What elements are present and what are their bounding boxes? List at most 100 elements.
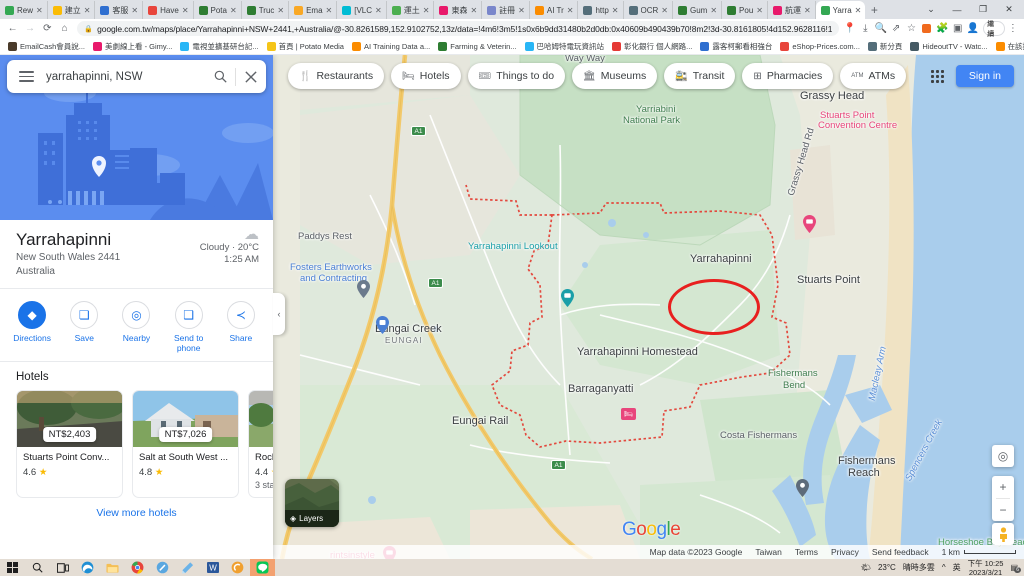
sign-in-button[interactable]: Sign in [955, 65, 1014, 87]
search-icon[interactable] [205, 70, 235, 83]
browser-tab[interactable]: Yarra ✕ [815, 1, 866, 19]
tab-close-icon[interactable]: ✕ [326, 6, 333, 15]
category-chip[interactable]: 🚉 Transit [664, 63, 736, 89]
place-action-nearby[interactable]: ◎ Nearby [110, 301, 162, 343]
zoom-out-button[interactable]: − [992, 499, 1014, 521]
poi-pin-stuarts-point-convention-centre[interactable] [803, 215, 816, 233]
place-action-send-to-phone[interactable]: ❑ Send to phone [163, 301, 215, 353]
map-viewport[interactable]: Way Way Grassy Head Yarriabini National Par… [0, 55, 1024, 559]
word-icon[interactable]: W [200, 559, 225, 576]
browser-tab[interactable]: [VLC ✕ [337, 1, 387, 19]
tab-close-icon[interactable]: ✕ [182, 6, 189, 15]
browser-tab[interactable]: 運土 ✕ [387, 1, 435, 19]
profile-pill[interactable]: 繼續 [983, 21, 1005, 38]
tab-close-icon[interactable]: ✕ [518, 6, 525, 15]
browser-tab[interactable]: 註冊 ✕ [482, 1, 530, 19]
place-action-save[interactable]: ❏ Save [58, 301, 110, 343]
taskbar-search-icon[interactable] [25, 559, 50, 576]
zoom-icon[interactable]: 🔍 [874, 20, 888, 38]
chrome-menu-icon[interactable]: ⋮ [1006, 20, 1020, 38]
poi-pin-fosters-earthworks[interactable] [376, 316, 389, 334]
clear-search-icon[interactable] [236, 70, 266, 83]
search-bar[interactable]: yarrahapinni, NSW [7, 60, 266, 93]
menu-icon[interactable] [7, 71, 41, 82]
tab-close-icon[interactable]: ✕ [375, 6, 382, 15]
browser-tab[interactable]: OCR ✕ [624, 1, 673, 19]
category-chip[interactable]: ⊞ Pharmacies [742, 63, 834, 89]
new-tab-button[interactable]: + [865, 1, 883, 19]
tab-close-icon[interactable]: ✕ [612, 6, 619, 15]
bookmark-item[interactable]: HideoutTV - Watc... [906, 39, 991, 54]
browser-tab[interactable]: 東森 ✕ [434, 1, 483, 19]
hotel-card[interactable]: Rockpo... 4.4 ★ 3 stars [248, 390, 273, 498]
bookmark-item[interactable]: 在該播放到打工這... [992, 39, 1024, 54]
tab-close-icon[interactable]: ✕ [277, 6, 284, 15]
browser-tab[interactable]: Ema ✕ [289, 1, 338, 19]
poi-pin-costa-fishermans[interactable] [796, 479, 809, 497]
sidepanel-icon[interactable]: ▣ [950, 20, 964, 38]
category-chip[interactable]: 🛏 Hotels [391, 63, 461, 89]
tab-close-icon[interactable]: ✕ [855, 6, 862, 15]
place-action-directions[interactable]: ◆ Directions [6, 301, 58, 343]
tab-close-icon[interactable]: ✕ [131, 6, 138, 15]
tab-search-button[interactable]: ⌄ [918, 0, 944, 19]
taskbar-clock[interactable]: 下午 10:25 2023/3/21 [968, 559, 1004, 576]
install-app-icon[interactable]: ⤓ [858, 20, 872, 38]
layers-button[interactable]: ◈ Layers [285, 479, 339, 527]
location-pin-icon[interactable]: 📍 [843, 20, 857, 38]
category-chip[interactable]: 🏛 Museums [572, 63, 658, 89]
browser-tab[interactable]: 航運 ✕ [768, 1, 816, 19]
send-feedback-link[interactable]: Send feedback [872, 547, 929, 557]
bookmark-item[interactable]: 巴哈姆特電玩資訊站 [521, 39, 609, 54]
bookmark-item[interactable]: AI Training Data a... [348, 39, 434, 54]
notification-center-icon[interactable]: ▤6 [1010, 563, 1021, 573]
privacy-link[interactable]: Privacy [831, 547, 859, 557]
reload-icon[interactable]: ⟳ [39, 20, 56, 38]
tab-close-icon[interactable]: ✕ [423, 6, 430, 15]
tab-close-icon[interactable]: ✕ [470, 6, 477, 15]
poi-marker-yarrahapinni-homestead[interactable]: 🛏 [621, 408, 636, 420]
tab-close-icon[interactable]: ✕ [84, 6, 91, 15]
home-icon[interactable]: ⌂ [56, 20, 73, 38]
tab-close-icon[interactable]: ✕ [710, 6, 717, 15]
tab-close-icon[interactable]: ✕ [36, 6, 43, 15]
tab-close-icon[interactable]: ✕ [567, 6, 574, 15]
browser-tab[interactable]: Pou ✕ [722, 1, 768, 19]
profile-avatar-icon[interactable]: 👤 [966, 20, 980, 38]
start-button[interactable] [0, 559, 25, 576]
address-bar[interactable]: 🔒 google.com.tw/maps/place/Yarrahapinni+… [77, 21, 839, 36]
bookmark-item[interactable]: 彰化銀行 個人網路... [608, 39, 696, 54]
edge-icon[interactable] [75, 559, 100, 576]
browser-tab[interactable]: 建立 ✕ [48, 1, 96, 19]
place-action-share[interactable]: ≺ Share [215, 301, 267, 343]
category-chip[interactable]: 🎟 Things to do [467, 63, 566, 89]
view-more-hotels-link[interactable]: View more hotels [0, 498, 273, 519]
weather-tray-icon[interactable]: 🌤 [861, 563, 871, 572]
close-window-button[interactable]: ✕ [996, 0, 1022, 19]
tray-overflow-caret[interactable]: ^ [942, 563, 946, 572]
notes-icon[interactable] [175, 559, 200, 576]
terms-link[interactable]: Terms [795, 547, 818, 557]
bookmark-item[interactable]: EmailCash會員說... [4, 39, 89, 54]
browser-tab[interactable]: Pota ✕ [194, 1, 242, 19]
tab-close-icon[interactable]: ✕ [804, 6, 811, 15]
task-view-icon[interactable] [50, 559, 75, 576]
zoom-in-button[interactable]: + [992, 476, 1014, 498]
browser-tab[interactable]: http ✕ [578, 1, 624, 19]
category-chip[interactable]: ATM ATMs [840, 63, 907, 89]
apps-grid-icon[interactable] [930, 69, 944, 83]
maximize-button[interactable]: ❐ [970, 0, 996, 19]
bookmark-item[interactable]: 露客柯郵看相強台 [696, 39, 776, 54]
pegman-control[interactable] [992, 523, 1014, 545]
search-input[interactable]: yarrahapinni, NSW [41, 71, 205, 83]
bookmark-star-icon[interactable]: ☆ [904, 20, 918, 38]
collapse-panel-button[interactable]: ‹ [273, 293, 285, 335]
tab-close-icon[interactable]: ✕ [756, 6, 763, 15]
bookmark-item[interactable]: 電視並擴基研台記... [176, 39, 262, 54]
tab-close-icon[interactable]: ✕ [661, 6, 668, 15]
ime-indicator[interactable]: 英 [953, 562, 961, 573]
browser-tab[interactable]: Rew ✕ [0, 1, 48, 19]
chrome-icon[interactable] [125, 559, 150, 576]
bookmark-item[interactable]: eShop-Prices.com... [776, 39, 864, 54]
bookmark-item[interactable]: Farming & Veterin... [434, 39, 520, 54]
